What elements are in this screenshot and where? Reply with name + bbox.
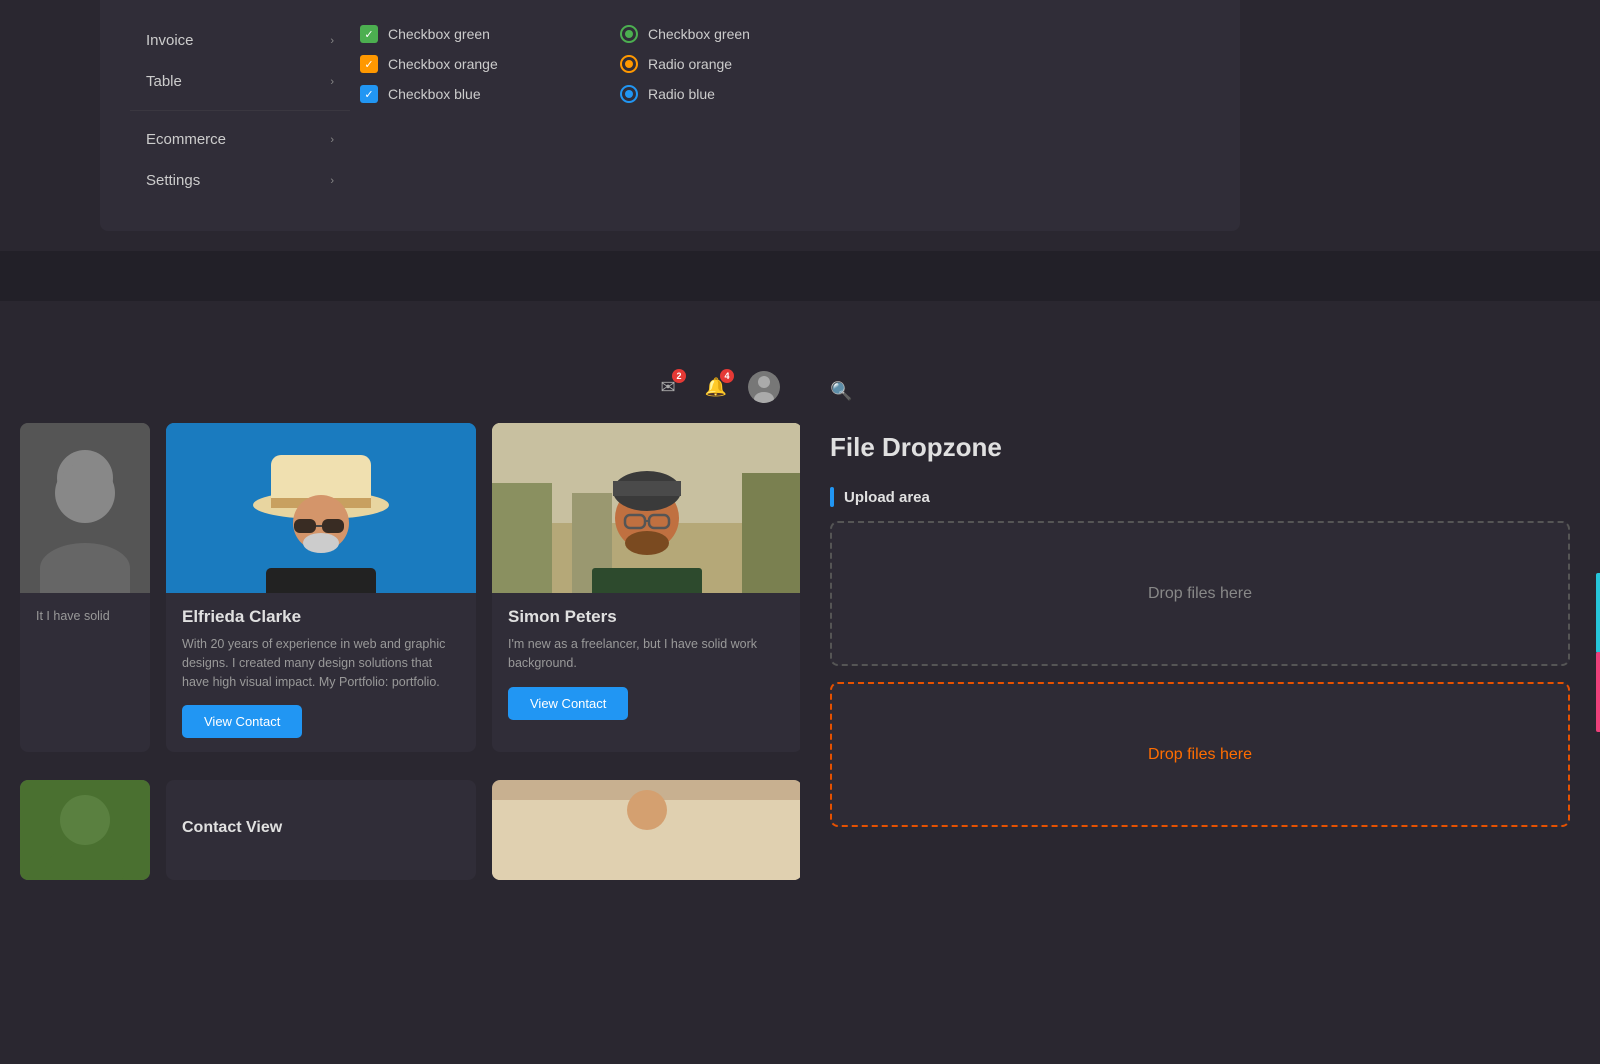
menu-item-label: Table bbox=[146, 73, 182, 90]
menu-item-label: Ecommerce bbox=[146, 131, 226, 148]
checkbox-green-item[interactable]: ✓ Checkbox green bbox=[360, 25, 580, 43]
radio-green-item[interactable]: Checkbox green bbox=[620, 25, 840, 43]
radio-orange-icon[interactable] bbox=[620, 55, 638, 73]
card-photo-elfrieda bbox=[166, 423, 476, 593]
menu-panel: Invoice › Table › Ecommerce › Settings › bbox=[100, 0, 1240, 231]
upload-label-text: Upload area bbox=[844, 489, 930, 506]
accent-bar-pink bbox=[1596, 652, 1600, 732]
menu-item-label: Settings bbox=[146, 172, 200, 189]
checkbox-green-label: Checkbox green bbox=[388, 26, 490, 42]
dropzone-box-2-text: Drop files here bbox=[1148, 746, 1252, 764]
radio-blue-label: Radio blue bbox=[648, 86, 715, 102]
contact-header: ✉ 2 🔔 4 bbox=[0, 361, 800, 413]
card-simon: Simon Peters I'm new as a freelancer, bu… bbox=[492, 423, 802, 752]
card-partial-left: It I have solid bbox=[20, 423, 150, 752]
card-desc-elfrieda: With 20 years of experience in web and g… bbox=[182, 635, 460, 691]
card-desc-partial: It I have solid bbox=[36, 607, 134, 626]
checkbox-blue-item[interactable]: ✓ Checkbox blue bbox=[360, 85, 580, 103]
chevron-right-icon: › bbox=[330, 134, 334, 146]
checkbox-blue-icon[interactable]: ✓ bbox=[360, 85, 378, 103]
card-body-simon: Simon Peters I'm new as a freelancer, bu… bbox=[492, 593, 802, 752]
card-photo-simon bbox=[492, 423, 802, 593]
radio-green-icon[interactable] bbox=[620, 25, 638, 43]
chevron-right-icon: › bbox=[330, 35, 334, 47]
card-elfrieda: Elfrieda Clarke With 20 years of experie… bbox=[166, 423, 476, 752]
menu-item-table[interactable]: Table › bbox=[130, 61, 350, 102]
checkbox-orange-icon[interactable]: ✓ bbox=[360, 55, 378, 73]
radio-orange-item[interactable]: Radio orange bbox=[620, 55, 840, 73]
checkbox-orange-label: Checkbox orange bbox=[388, 56, 498, 72]
dropzone-title: File Dropzone bbox=[830, 432, 1570, 463]
radio-blue-item[interactable]: Radio blue bbox=[620, 85, 840, 103]
dropzone-box-1[interactable]: Drop files here bbox=[830, 521, 1570, 666]
contact-area: ✉ 2 🔔 4 bbox=[0, 361, 800, 890]
top-menu: Invoice › Table › Ecommerce › Settings › bbox=[0, 0, 1600, 251]
chevron-right-icon: › bbox=[330, 76, 334, 88]
bottom-section: ✉ 2 🔔 4 bbox=[0, 361, 1600, 890]
view-contact-button-elfrieda[interactable]: View Contact bbox=[182, 705, 302, 738]
radio-green-label: Checkbox green bbox=[648, 26, 750, 42]
card-body-partial: It I have solid bbox=[20, 593, 150, 752]
search-row: 🔍 bbox=[830, 381, 1570, 402]
card-contact-view: Contact View bbox=[166, 780, 476, 880]
chevron-right-icon: › bbox=[330, 175, 334, 187]
card-bottom-left bbox=[20, 780, 150, 880]
mail-icon-button[interactable]: ✉ 2 bbox=[652, 371, 684, 403]
card-body-elfrieda: Elfrieda Clarke With 20 years of experie… bbox=[166, 593, 476, 752]
view-contact-button-simon[interactable]: View Contact bbox=[508, 687, 628, 720]
menu-item-label: Invoice bbox=[146, 32, 194, 49]
cards-grid-row2: Contact View bbox=[0, 770, 800, 890]
menu-item-invoice[interactable]: Invoice › bbox=[130, 20, 350, 61]
upload-accent-bar bbox=[830, 487, 834, 507]
card-bottom-right bbox=[492, 780, 802, 880]
card-name-simon: Simon Peters bbox=[508, 607, 786, 627]
card-photo-partial bbox=[20, 423, 150, 593]
search-icon: 🔍 bbox=[830, 381, 852, 402]
section-gap bbox=[0, 251, 1600, 301]
menu-left-items: Invoice › Table › Ecommerce › Settings › bbox=[130, 20, 350, 201]
mail-badge: 2 bbox=[672, 369, 686, 383]
card-desc-simon: I'm new as a freelancer, but I have soli… bbox=[508, 635, 786, 673]
checkbox-green-icon[interactable]: ✓ bbox=[360, 25, 378, 43]
radio-blue-icon[interactable] bbox=[620, 85, 638, 103]
divider bbox=[130, 110, 350, 111]
menu-item-settings[interactable]: Settings › bbox=[130, 160, 350, 201]
checkbox-orange-item[interactable]: ✓ Checkbox orange bbox=[360, 55, 580, 73]
contact-view-label: Contact View bbox=[182, 819, 460, 837]
checkbox-blue-label: Checkbox blue bbox=[388, 86, 481, 102]
cards-grid-row1: It I have solid bbox=[0, 413, 800, 762]
bell-badge: 4 bbox=[720, 369, 734, 383]
card-name-elfrieda: Elfrieda Clarke bbox=[182, 607, 460, 627]
right-panel: 🔍 File Dropzone Upload area Drop files h… bbox=[800, 361, 1600, 890]
upload-section-label: Upload area bbox=[830, 487, 1570, 507]
radio-orange-label: Radio orange bbox=[648, 56, 732, 72]
dropzone-box-1-text: Drop files here bbox=[1148, 585, 1252, 603]
user-avatar[interactable] bbox=[748, 371, 780, 403]
menu-item-ecommerce[interactable]: Ecommerce › bbox=[130, 119, 350, 160]
menu-checkboxes: ✓ Checkbox green Checkbox green ✓ Checkb… bbox=[360, 20, 1210, 103]
accent-bar-teal bbox=[1596, 573, 1600, 653]
bell-icon-button[interactable]: 🔔 4 bbox=[700, 371, 732, 403]
dropzone-box-2[interactable]: Drop files here bbox=[830, 682, 1570, 827]
